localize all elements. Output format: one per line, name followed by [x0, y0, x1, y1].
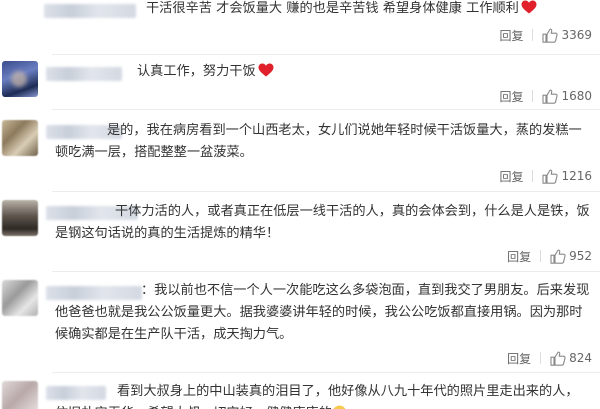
divider [540, 352, 542, 364]
avatar[interactable] [2, 280, 38, 316]
comment-text: 干活很辛苦 才会饭量大 赚的也是辛苦钱 希望身体健康 工作顺利 [146, 0, 590, 20]
like-count: 952 [569, 249, 592, 263]
avatar[interactable] [2, 61, 38, 97]
comment-text: ：我以前也不信一个人一次能吃这么多袋泡面，直到我交了男朋友。后来发现他爸爸也就是… [55, 283, 590, 342]
comment-actions: 回复 1216 [499, 167, 592, 185]
avatar[interactable] [2, 381, 38, 409]
comment-item: 认真工作，努力干饭 回复 1680 [0, 55, 600, 110]
reply-button[interactable]: 回复 [499, 88, 523, 105]
divider [540, 250, 542, 262]
comment-text: 是的，我在病房看到一个山西老太，女儿们说她年轻时候干活饭量大，蒸的发糕一顿吃满一… [55, 123, 582, 160]
like-button[interactable]: 1680 [542, 88, 592, 104]
avatar[interactable] [2, 200, 38, 236]
like-count: 1216 [561, 169, 592, 183]
comment-actions: 回复 1680 [499, 87, 592, 105]
comment-text: 认真工作，努力干饭 [137, 61, 590, 83]
divider [532, 170, 534, 182]
username-blurred[interactable] [44, 4, 136, 18]
comment-item: 是的，我在病房看到一个山西老太，女儿们说她年轻时候干活饭量大，蒸的发糕一顿吃满一… [0, 110, 600, 192]
reply-button[interactable]: 回复 [507, 248, 531, 265]
like-count: 3369 [561, 28, 592, 42]
username-blurred[interactable] [46, 67, 122, 81]
comment-item: 干活很辛苦 才会饭量大 赚的也是辛苦钱 希望身体健康 工作顺利 回复 3369 [0, 0, 600, 55]
like-button[interactable]: 3369 [542, 27, 592, 43]
like-count: 824 [569, 351, 592, 365]
red-heart-icon [521, 0, 537, 14]
divider [532, 29, 534, 41]
reply-button[interactable]: 回复 [507, 350, 531, 367]
divider [532, 90, 534, 102]
comment-text: 看到大叔身上的中山装真的泪目了，他好像从八九十年代的照片里走出来的人，依旧朴实无… [55, 381, 590, 409]
like-button[interactable]: 824 [550, 350, 592, 366]
comment-item: 看到大叔身上的中山装真的泪目了，他好像从八九十年代的照片里走出来的人，依旧朴实无… [0, 373, 600, 409]
smile-emoji-icon [333, 405, 346, 409]
comment-item: 干体力活的人，或者真正在低层一线干活的人，真的会体会到，什么是人是铁，饭是钢这句… [0, 192, 600, 272]
thumbs-up-icon [542, 88, 559, 104]
thumbs-up-icon [550, 350, 566, 366]
red-heart-icon [258, 63, 274, 77]
like-button[interactable]: 952 [550, 248, 592, 264]
comment-actions: 回复 952 [507, 247, 592, 265]
reply-button[interactable]: 回复 [499, 27, 523, 44]
avatar[interactable] [2, 120, 38, 156]
thumbs-up-icon [542, 27, 559, 43]
like-button[interactable]: 1216 [542, 168, 592, 184]
comment-text: 干体力活的人，或者真正在低层一线干活的人，真的会体会到，什么是人是铁，饭是钢这句… [55, 204, 590, 241]
like-count: 1680 [561, 89, 592, 103]
comment-actions: 回复 824 [507, 349, 592, 367]
thumbs-up-icon [550, 248, 566, 264]
comment-item: ：我以前也不信一个人一次能吃这么多袋泡面，直到我交了男朋友。后来发现他爸爸也就是… [0, 272, 600, 373]
comment-actions: 回复 3369 [499, 26, 592, 44]
thumbs-up-icon [542, 168, 559, 184]
reply-button[interactable]: 回复 [499, 168, 523, 185]
